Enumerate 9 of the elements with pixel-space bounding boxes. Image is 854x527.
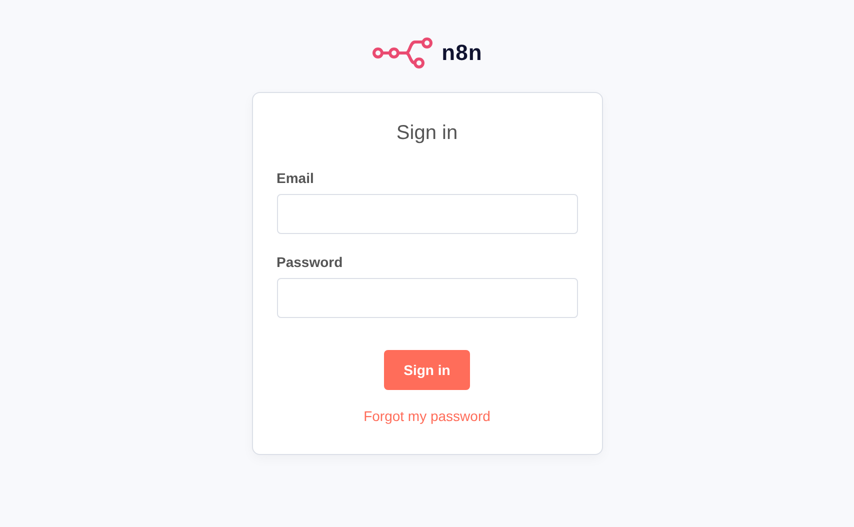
- logo-icon: [372, 36, 434, 68]
- field-label: Password: [276, 253, 344, 270]
- logo-text: n8n: [442, 39, 482, 67]
- card-title: Sign in: [395, 121, 459, 144]
- sign-in-button[interactable]: Sign in: [384, 350, 470, 390]
- field-label: Email: [276, 169, 315, 186]
- input-field[interactable]: [276, 194, 578, 234]
- forgot-password-link[interactable]: Forgot my password: [364, 406, 490, 427]
- input-field[interactable]: [276, 278, 578, 318]
